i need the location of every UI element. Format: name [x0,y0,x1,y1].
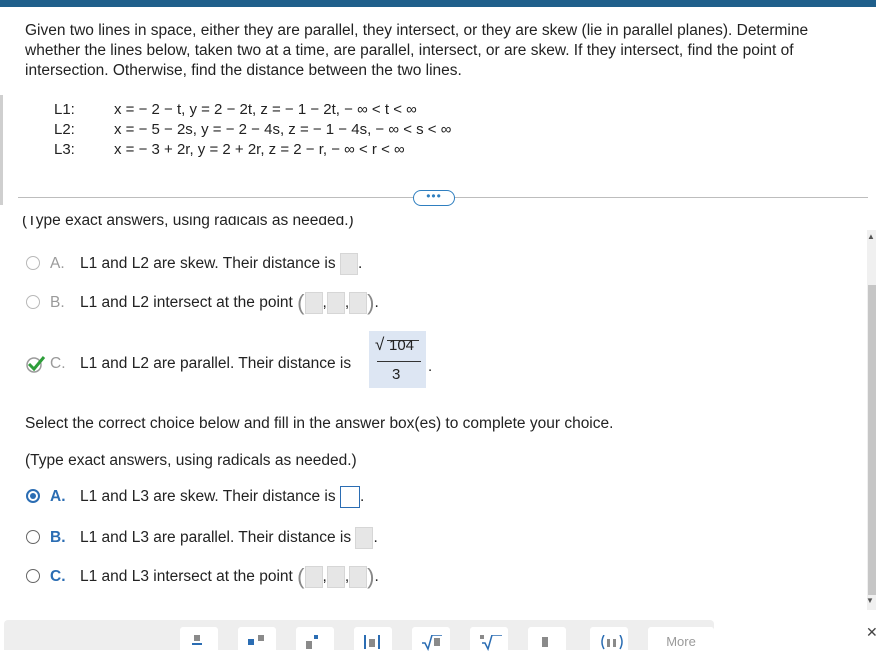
option-label: L1 and L2 intersect at the point [80,294,293,312]
option-letter: C. [50,355,66,372]
expand-more-button[interactable]: ••• [413,190,455,206]
square-root-icon [422,635,442,651]
top-bar [0,0,876,7]
close-paren: ) [367,564,375,589]
option-label: L1 and L3 are parallel. Their distance i… [80,529,352,547]
line-equation: x = − 5 − 2s, y = − 2 − 4s, z = − 1 − 4s… [114,121,452,138]
part1-instruction-text: (Type exact answers, using radicals as n… [22,216,354,229]
answer-box[interactable] [355,527,374,549]
radio-button[interactable] [26,256,40,270]
decimal-icon [542,637,548,647]
scroll-up-icon[interactable]: ▲ [867,232,875,241]
fraction-denominator: 3 [392,366,401,383]
line-equation: x = − 3 + 2r, y = 2 + 2r, z = 2 − r, − ∞… [114,141,405,158]
line-label: L1: [54,101,75,118]
answer-box-x[interactable] [304,292,323,314]
fraction-bar [377,361,421,362]
open-paren: ( [297,564,305,589]
left-edge-marker [0,95,3,205]
option-text: L1 and L3 are parallel. Their distance i… [80,527,378,549]
radio-button-selected[interactable] [26,489,40,503]
answer-box-y[interactable] [326,566,345,588]
decimal-button[interactable] [528,627,566,651]
answer-box-y[interactable] [326,292,345,314]
part1-instruction: (Type exact answers, using radicals as n… [22,216,354,230]
exponent-icon [306,635,318,649]
scrollbar-thumb[interactable] [868,285,876,595]
answer-box[interactable] [339,253,358,275]
scroll-down-icon[interactable]: ▼ [866,596,874,605]
mixed-number-icon [248,635,264,645]
option-letter: C. [50,568,66,585]
option-letter: A. [50,488,66,505]
mixed-number-button[interactable] [238,627,276,651]
more-button[interactable]: More [648,627,714,651]
fraction-template-button[interactable] [180,627,218,651]
radio-button[interactable] [26,530,40,544]
square-root-button[interactable] [412,627,450,651]
absolute-value-button[interactable] [354,627,392,651]
nth-root-icon [480,635,502,651]
absolute-value-icon [364,635,380,649]
option-label: L1 and L3 are skew. Their distance is [80,488,336,506]
option-text: L1 and L2 are parallel. Their distance i… [80,355,352,372]
option-label: L1 and L2 are skew. Their distance is [80,255,336,273]
option-text: L1 and L2 intersect at the point (,,). [80,290,379,315]
fraction-icon [192,635,202,645]
option-text: L1 and L2 are skew. Their distance is . [80,253,362,275]
answer-box-z[interactable] [349,566,368,588]
line-label: L3: [54,141,75,158]
option-letter: B. [50,294,65,311]
correct-check-icon [26,356,46,373]
option-text: L1 and L3 are skew. Their distance is . [80,486,364,508]
answer-box-z[interactable] [349,292,368,314]
interval-button[interactable] [590,627,628,651]
nth-root-button[interactable] [470,627,508,651]
answer-box[interactable] [339,486,360,508]
answer-box-x[interactable] [304,566,323,588]
part2-prompt: Select the correct choice below and fill… [25,415,614,432]
radio-button[interactable] [26,295,40,309]
sqrt-icon: √ [375,335,385,354]
exponent-button[interactable] [296,627,334,651]
option-letter: A. [50,255,65,272]
open-paren: ( [297,290,305,315]
period: . [428,358,433,375]
question-text: Given two lines in space, either they ar… [25,22,809,79]
line-equation: x = − 2 − t, y = 2 − 2t, z = − 1 − 2t, −… [114,101,417,118]
interval-icon [601,635,623,650]
part2-instruction: (Type exact answers, using radicals as n… [25,452,357,469]
answer-fraction[interactable]: √ 104 3 [369,331,426,388]
option-letter: B. [50,529,66,546]
close-paren: ) [367,290,375,315]
option-label: L1 and L3 intersect at the point [80,568,293,586]
option-text: L1 and L3 intersect at the point (,,). [80,564,379,589]
fraction-numerator: 104 [389,337,415,354]
radio-button[interactable] [26,569,40,583]
close-icon[interactable]: ✕ [866,624,876,641]
line-label: L2: [54,121,75,138]
